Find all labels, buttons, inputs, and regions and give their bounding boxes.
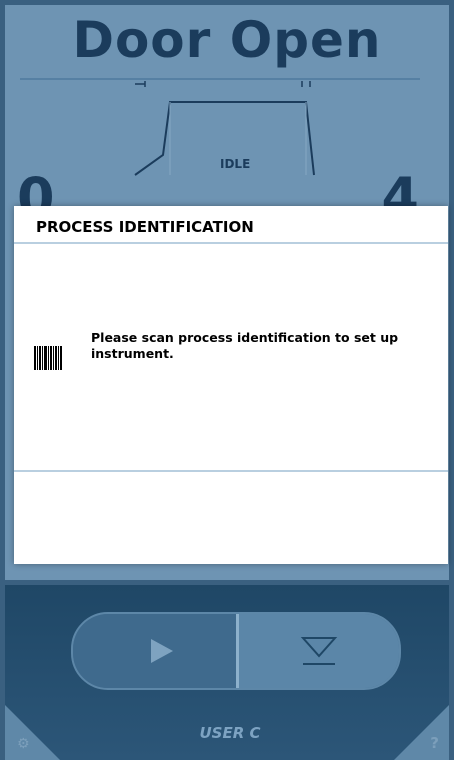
control-panel: ⚙ USER C ? bbox=[5, 585, 449, 760]
dialog-title: PROCESS IDENTIFICATION bbox=[36, 218, 254, 236]
dialog-divider bbox=[14, 242, 448, 244]
user-label[interactable]: USER C bbox=[65, 713, 395, 753]
phase-label: IDLE bbox=[220, 157, 251, 171]
process-identification-dialog: PROCESS IDENTIFICATION Please scan proce… bbox=[14, 206, 448, 564]
status-title: Door Open bbox=[72, 11, 382, 69]
gear-icon[interactable]: ⚙ bbox=[17, 736, 30, 752]
control-button-group bbox=[71, 612, 401, 690]
dialog-divider bbox=[14, 470, 448, 472]
barcode-icon bbox=[34, 346, 62, 370]
settings-corner[interactable] bbox=[5, 705, 60, 760]
dialog-message: Please scan process identification to se… bbox=[91, 330, 399, 361]
help-icon[interactable]: ? bbox=[430, 734, 439, 752]
help-corner[interactable] bbox=[394, 705, 449, 760]
play-icon bbox=[151, 639, 173, 663]
start-button[interactable] bbox=[73, 614, 236, 688]
eject-down-icon bbox=[300, 637, 338, 665]
unload-button[interactable] bbox=[239, 614, 399, 688]
